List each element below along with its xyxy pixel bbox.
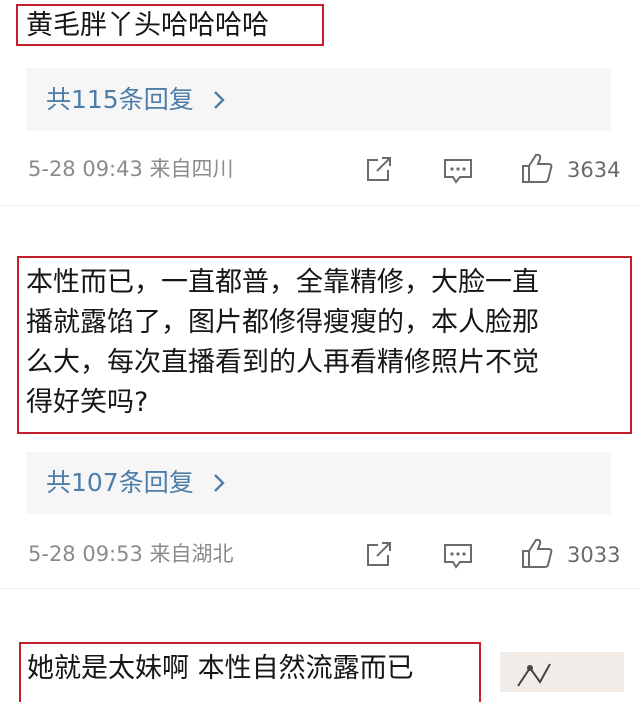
reply-thread-2[interactable]: 共107条回复: [26, 452, 611, 514]
comment-icon[interactable]: [442, 157, 474, 185]
reply-thread-1[interactable]: 共115条回复: [26, 68, 611, 131]
thumbs-up-icon[interactable]: [520, 537, 554, 569]
comment-icon[interactable]: [442, 542, 474, 570]
thumbs-up-icon[interactable]: [520, 152, 554, 184]
comment-2-meta: 5-28 09:53 来自湖北: [28, 542, 234, 566]
divider: [0, 205, 640, 206]
sticker-thumbnail[interactable]: [500, 652, 624, 692]
comment-2-line-4: 得好笑吗?: [26, 387, 149, 418]
comment-3-highlight: 她就是太妹啊 本性自然流露而已: [19, 642, 481, 702]
sticker-image: [517, 663, 551, 687]
comment-2-line-1: 本性而已，一直都普，全靠精修，大脸一直: [26, 267, 539, 298]
divider: [0, 588, 640, 589]
reply-count-link[interactable]: 共107条回复: [46, 467, 194, 499]
comment-2-line-2: 播就露馅了，图片都修得瘦瘦的，本人脸那: [26, 307, 539, 338]
share-icon[interactable]: [364, 156, 394, 184]
chevron-right-icon: [213, 473, 225, 493]
comment-1-text: 黄毛胖丫头哈哈哈哈: [26, 10, 269, 41]
chevron-right-icon: [213, 90, 225, 110]
comment-2-line-3: 么大，每次直播看到的人再看精修照片不觉: [26, 347, 539, 378]
like-count: 3033: [567, 543, 621, 567]
comment-1-highlight: 黄毛胖丫头哈哈哈哈: [16, 4, 324, 46]
comment-2-highlight: 本性而已，一直都普，全靠精修，大脸一直 播就露馅了，图片都修得瘦瘦的，本人脸那 …: [17, 256, 632, 434]
share-icon[interactable]: [364, 541, 394, 569]
reply-count-link[interactable]: 共115条回复: [46, 84, 194, 116]
comment-3-text: 她就是太妹啊 本性自然流露而已: [27, 653, 414, 684]
comment-1-meta: 5-28 09:43 来自四川: [28, 157, 234, 181]
like-count: 3634: [567, 158, 621, 182]
